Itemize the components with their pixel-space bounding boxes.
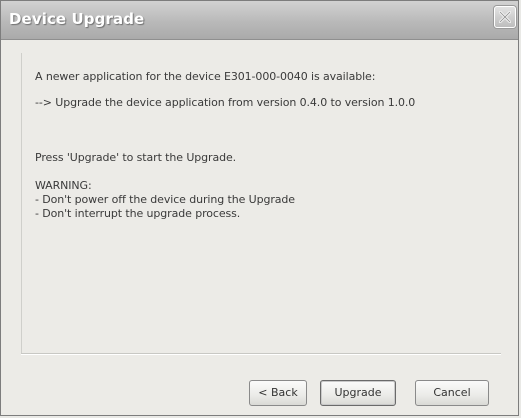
button-separator: [21, 353, 501, 355]
availability-text: A newer application for the device E301-…: [35, 70, 376, 83]
cancel-button[interactable]: Cancel: [415, 380, 489, 406]
warning-heading: WARNING:: [35, 179, 92, 192]
dialog-title: Device Upgrade: [9, 10, 145, 28]
back-button[interactable]: < Back: [249, 380, 307, 406]
message-panel: A newer application for the device E301-…: [21, 53, 501, 353]
instruction-text: Press 'Upgrade' to start the Upgrade.: [35, 151, 237, 164]
close-button[interactable]: [494, 6, 516, 28]
warning-power-text: - Don't power off the device during the …: [35, 193, 295, 206]
warning-interrupt-text: - Don't interrupt the upgrade process.: [35, 207, 241, 220]
close-icon: [499, 11, 511, 23]
device-upgrade-dialog: Device Upgrade A newer application for t…: [0, 0, 519, 416]
title-bar: Device Upgrade: [1, 1, 518, 40]
upgrade-button[interactable]: Upgrade: [320, 380, 396, 406]
version-upgrade-text: --> Upgrade the device application from …: [35, 96, 416, 109]
